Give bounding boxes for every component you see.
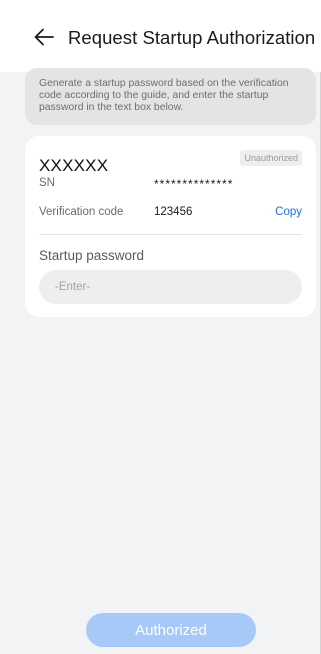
arrow-left-icon	[34, 28, 54, 46]
sn-label: SN	[39, 177, 55, 189]
divider	[39, 234, 302, 235]
page-title: Request Startup Authorization	[68, 27, 316, 48]
authorize-button[interactable]: Authorized	[86, 613, 256, 647]
status-badge: Unauthorized	[240, 150, 302, 166]
screen: Request Startup Authorization Generate a…	[0, 0, 321, 654]
startup-password-label: Startup password	[39, 248, 145, 263]
sn-value: **************	[154, 177, 234, 191]
verification-code-value: 123456	[154, 206, 193, 218]
device-name: XXXXXX	[39, 156, 109, 175]
instruction-hint: Generate a startup password based on the…	[25, 68, 316, 125]
device-card: XXXXXX Unauthorized SN ************** Ve…	[25, 136, 316, 317]
copy-button[interactable]: Copy	[275, 206, 302, 218]
verification-code-label: Verification code	[39, 206, 124, 218]
startup-password-input[interactable]	[39, 270, 302, 304]
app-bar: Request Startup Authorization	[0, 0, 321, 72]
back-button[interactable]	[31, 24, 57, 50]
